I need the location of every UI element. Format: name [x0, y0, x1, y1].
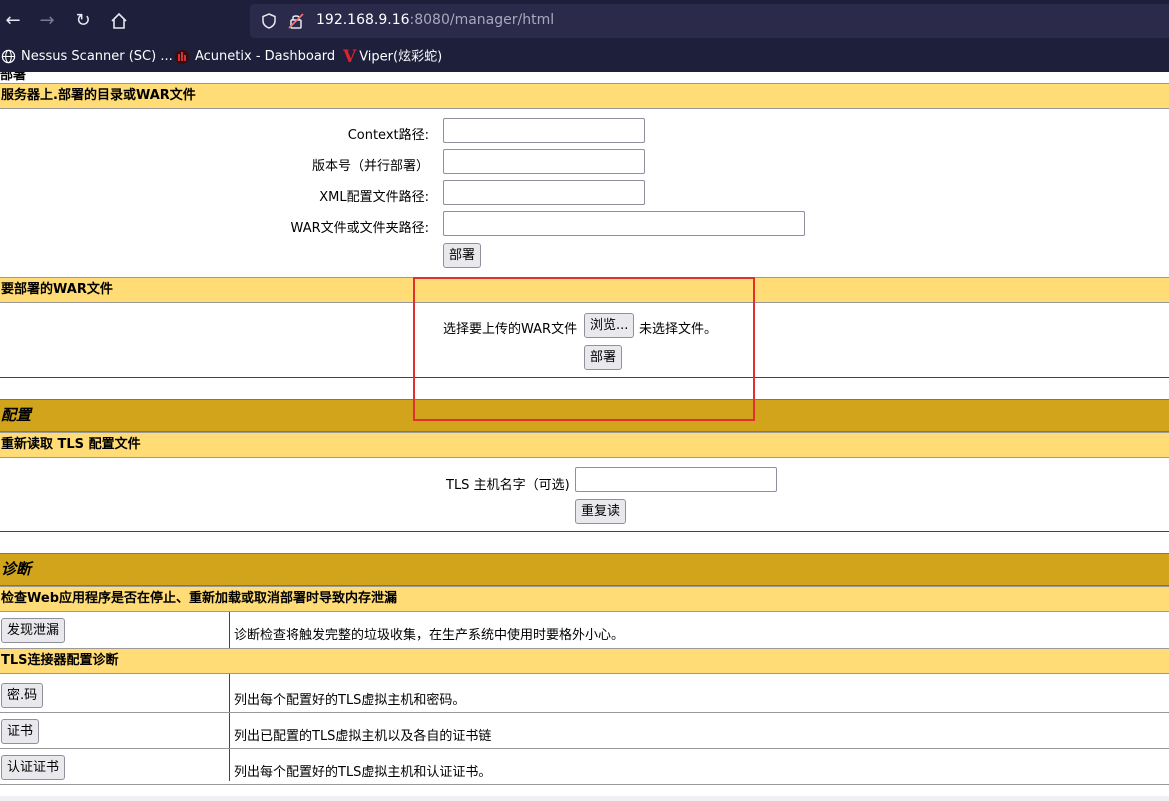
url-text[interactable]: 192.168.9.16:8080/manager/html: [316, 12, 554, 28]
ciphers-button[interactable]: 密.码: [1, 683, 44, 708]
bookmark-viper[interactable]: V Viper(炫彩蛇): [343, 48, 442, 66]
no-file-selected-text: 未选择文件。: [639, 322, 718, 337]
xml-config-label: XML配置文件路径:: [319, 190, 429, 205]
status-strip: [0, 796, 1169, 801]
row-divider: [0, 712, 1169, 713]
browse-button[interactable]: 浏览...: [584, 313, 635, 338]
tls-connector-header: TLS连接器配置诊断: [0, 648, 1169, 674]
find-leaks-button[interactable]: 发现泄漏: [1, 618, 66, 643]
choose-war-label: 选择要上传的WAR文件: [443, 322, 578, 337]
trusted-certs-description: 列出每个配置好的TLS虚拟主机和认证证书。: [234, 765, 492, 780]
ciphers-description: 列出每个配置好的TLS虚拟主机和密码。: [234, 693, 466, 708]
context-path-input[interactable]: [443, 118, 645, 143]
certs-description: 列出已配置的TLS虚拟主机以及各自的证书链: [234, 729, 492, 744]
war-path-input[interactable]: [443, 211, 805, 236]
context-path-label: Context路径:: [347, 128, 429, 143]
cell-divider: [229, 674, 230, 781]
manager-page: 部署 服务器上.部署的目录或WAR文件 Context路径: 版本号（并行部署）…: [0, 72, 1169, 801]
trusted-certs-button[interactable]: 认证证书: [1, 755, 66, 780]
reload-icon[interactable]: ↻: [71, 9, 95, 33]
home-icon[interactable]: [107, 9, 131, 33]
server-deploy-header: 服务器上.部署的目录或WAR文件: [0, 83, 1169, 109]
row-divider: [0, 784, 1169, 785]
tls-host-input[interactable]: [575, 467, 777, 492]
bookmarks-bar: Nessus Scanner (SC) ... Acunetix - Dashb…: [0, 42, 1169, 72]
cell-divider: [229, 612, 230, 648]
version-input[interactable]: [443, 149, 645, 174]
leak-description: 诊断检查将触发完整的垃圾收集，在生产系统中使用时要格外小心。: [234, 628, 625, 643]
config-section-header: 配置: [0, 399, 1169, 432]
version-label: 版本号（并行部署）: [311, 159, 429, 174]
row-divider: [0, 748, 1169, 749]
divider: [0, 377, 1169, 378]
shield-icon[interactable]: [260, 12, 278, 30]
server-deploy-button[interactable]: 部署: [443, 243, 482, 268]
tls-reload-button[interactable]: 重复读: [575, 499, 627, 524]
deploy-section-title-cut: 部署: [0, 72, 27, 83]
certs-button[interactable]: 证书: [1, 719, 40, 744]
war-path-label: WAR文件或文件夹路径:: [290, 221, 429, 236]
divider: [0, 531, 1169, 532]
xml-config-input[interactable]: [443, 180, 645, 205]
viper-icon: V: [343, 47, 357, 67]
insecure-lock-icon[interactable]: [287, 12, 305, 30]
back-arrow-icon[interactable]: ←: [1, 9, 25, 33]
tls-host-label: TLS 主机名字（可选): [446, 478, 570, 493]
war-upload-header: 要部署的WAR文件: [0, 277, 1169, 303]
globe-icon: [1, 49, 16, 64]
forward-arrow-icon[interactable]: →: [35, 9, 59, 33]
leak-check-header: 检查Web应用程序是否在停止、重新加载或取消部署时导致内存泄漏: [0, 586, 1169, 612]
diagnostics-section-header: 诊断: [0, 553, 1169, 586]
tls-reload-header: 重新读取 TLS 配置文件: [0, 432, 1169, 458]
bookmark-acunetix[interactable]: Acunetix - Dashboard: [174, 48, 335, 66]
address-bar[interactable]: 192.168.9.16:8080/manager/html: [250, 4, 1169, 38]
upload-deploy-button[interactable]: 部署: [584, 345, 623, 370]
bookmark-nessus[interactable]: Nessus Scanner (SC) ...: [1, 48, 173, 66]
browser-toolbar: ← → ↻ 192.168.9.16:8080/manager/html: [0, 0, 1169, 42]
acunetix-icon: [175, 49, 189, 64]
